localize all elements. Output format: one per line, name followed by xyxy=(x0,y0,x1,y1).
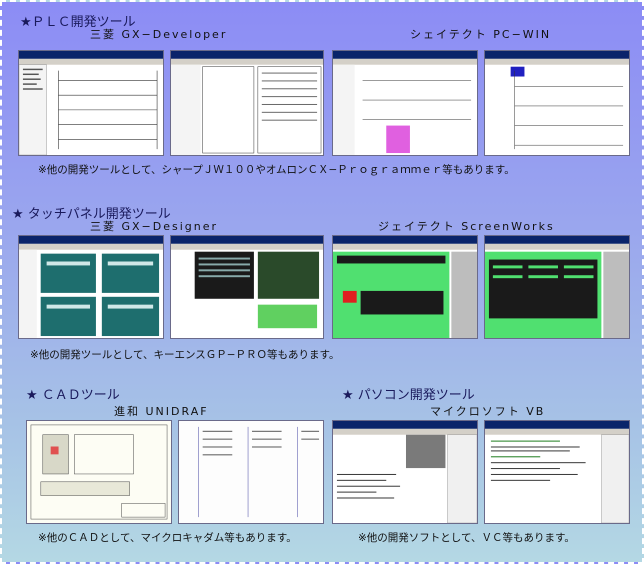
plc-screenshot-1[interactable] xyxy=(18,50,164,156)
plc-screenshot-4[interactable] xyxy=(484,50,630,156)
cad-screenshot-1[interactable] xyxy=(26,420,172,524)
plc-tool1-label: 三菱 GX−Developer xyxy=(90,28,228,41)
cad-section-title: ★ ＣＡＤツール xyxy=(26,388,120,403)
pc-section-title: ★ パソコン開発ツール xyxy=(342,388,475,403)
cad-screenshot-2[interactable] xyxy=(178,420,324,524)
touch-screenshot-3[interactable] xyxy=(332,235,478,339)
touch-screenshot-1[interactable] xyxy=(18,235,164,339)
pc-tool1-label: マイクロソフト VB xyxy=(430,405,546,418)
plc-tool2-label: シェイテクト PC−WIN xyxy=(410,28,552,41)
pc-note: ※他の開発ソフトとして、ＶＣ等もあります。 xyxy=(358,532,575,544)
touch-note: ※他の開発ツールとして、キーエンスＧＰ−ＰＲＯ等もあります。 xyxy=(30,349,340,361)
touch-tool2-label: ジェイテクト ScreenWorks xyxy=(378,220,555,233)
cad-tool1-label: 進和 UNIDRAF xyxy=(114,405,209,418)
touch-screenshot-4[interactable] xyxy=(484,235,630,339)
pc-screenshot-1[interactable] xyxy=(332,420,478,524)
touch-screenshot-2[interactable] xyxy=(170,235,324,339)
plc-note: ※他の開発ツールとして、シャープＪＷ１００やオムロンＣＸ−Ｐｒｏｇｒａｍｍｅｒ等… xyxy=(38,164,515,176)
plc-screenshot-2[interactable] xyxy=(170,50,324,156)
page-frame: ★ＰＬＣ開発ツール 三菱 GX−Developer シェイテクト PC−WIN xyxy=(0,0,644,564)
cad-note: ※他のＣＡＤとして、マイクロキャダム等もあります。 xyxy=(38,532,297,544)
pc-screenshot-2[interactable] xyxy=(484,420,630,524)
plc-screenshot-3[interactable] xyxy=(332,50,478,156)
touch-tool1-label: 三菱 GX−Designer xyxy=(90,220,219,233)
